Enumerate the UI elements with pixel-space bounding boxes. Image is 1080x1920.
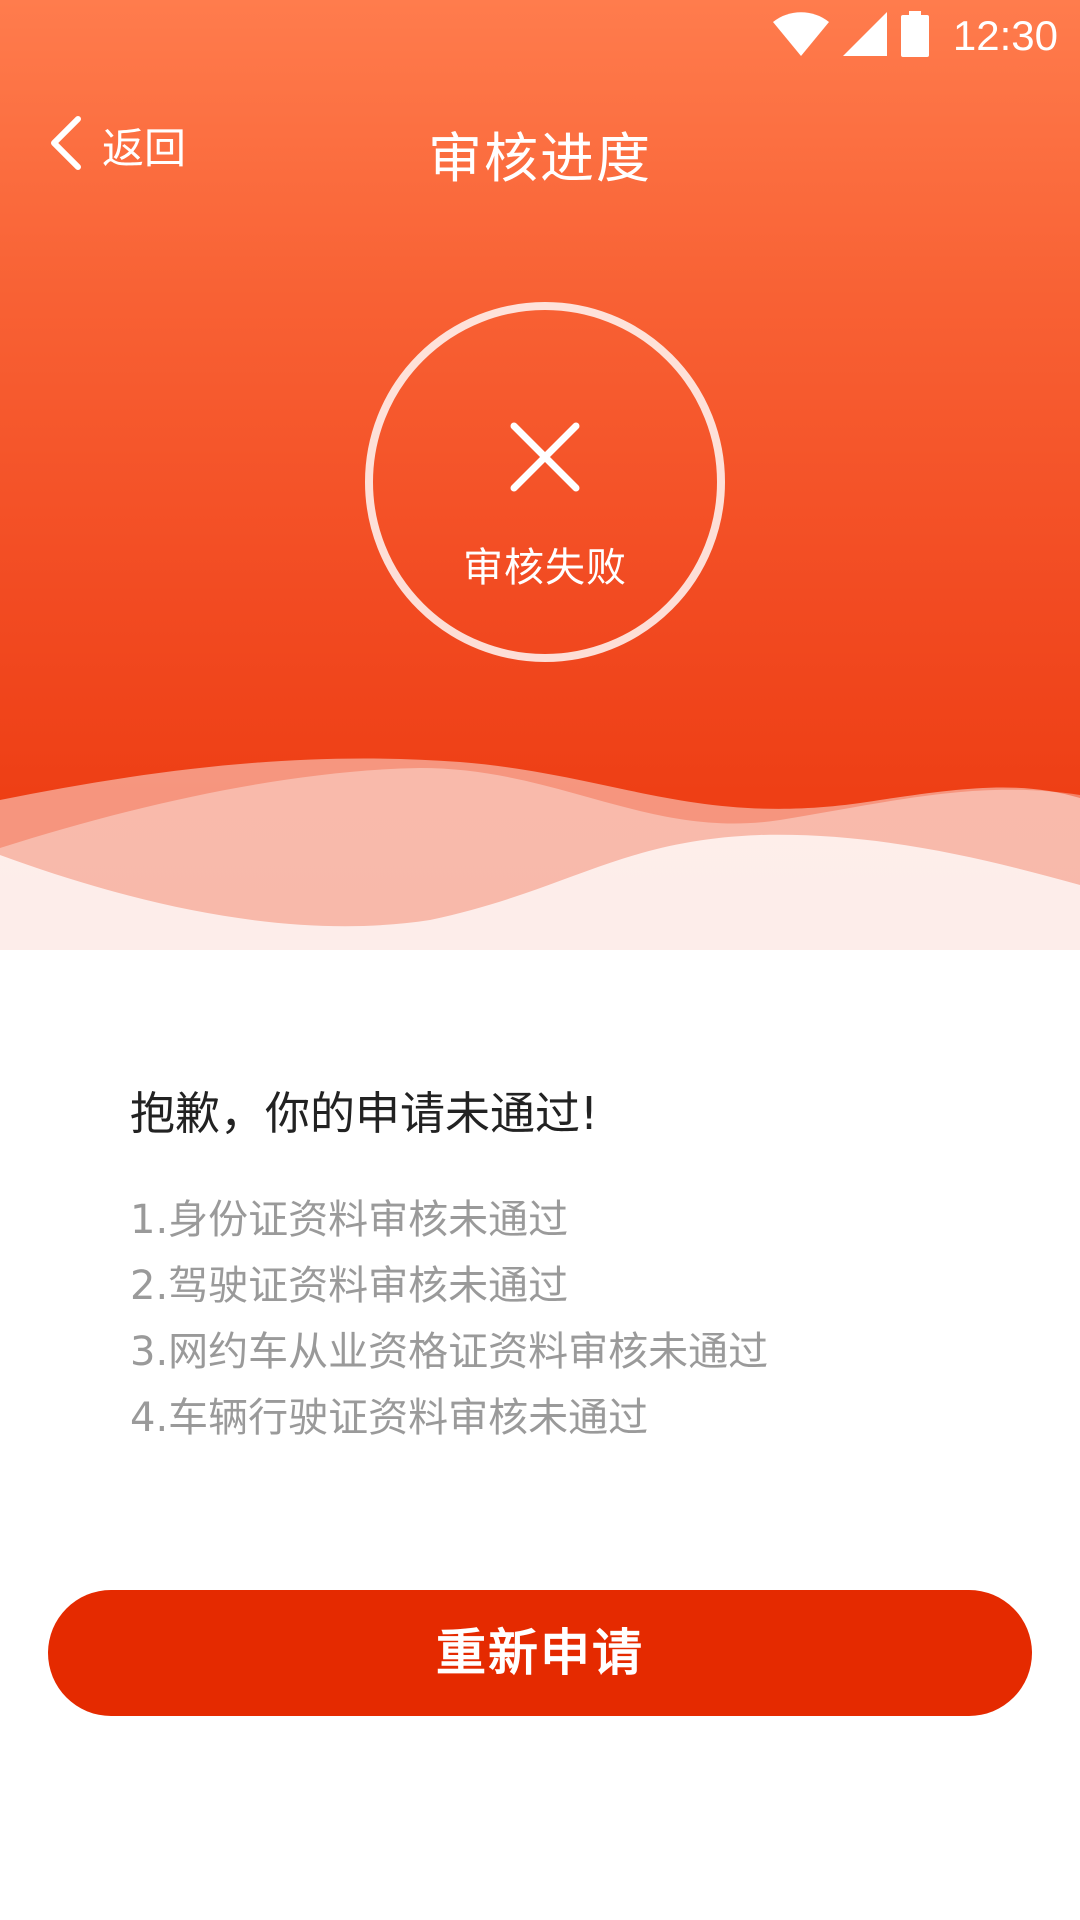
review-progress-screen: 12:30 返回 审核进度 审核失败 抱歉，你的申请未通过! 1.身份证资料审核…: [0, 0, 1080, 1920]
close-icon: [508, 420, 582, 498]
wifi-icon: [772, 12, 829, 60]
page-title: 审核进度: [428, 127, 652, 190]
rejection-reason: 1.身份证资料审核未通过: [130, 1197, 569, 1243]
rejection-headline: 抱歉，你的申请未通过!: [130, 1087, 599, 1140]
rejection-reason: 2.驾驶证资料审核未通过: [130, 1263, 569, 1309]
wave-decoration: [0, 758, 1080, 1000]
cell-signal-icon: [842, 12, 887, 60]
rejection-reason-list: 1.身份证资料审核未通过 2.驾驶证资料审核未通过 3.网约车从业资格证资料审核…: [130, 1187, 1030, 1451]
reapply-button[interactable]: 重新申请: [48, 1590, 1032, 1716]
status-bar: 12:30: [0, 0, 1080, 72]
battery-icon: [900, 11, 929, 61]
status-time: 12:30: [952, 12, 1058, 59]
review-status-label: 审核失败: [463, 545, 627, 591]
status-icons: 12:30: [772, 10, 1058, 62]
rejection-reason: 4.车辆行驶证资料审核未通过: [130, 1395, 649, 1441]
rejection-reason: 3.网约车从业资格证资料审核未通过: [130, 1329, 769, 1375]
rejection-details: 抱歉，你的申请未通过! 1.身份证资料审核未通过 2.驾驶证资料审核未通过 3.…: [130, 1085, 1030, 1451]
review-status-badge: 审核失败: [365, 302, 725, 662]
navigation-bar: 返回 审核进度: [0, 100, 1080, 190]
